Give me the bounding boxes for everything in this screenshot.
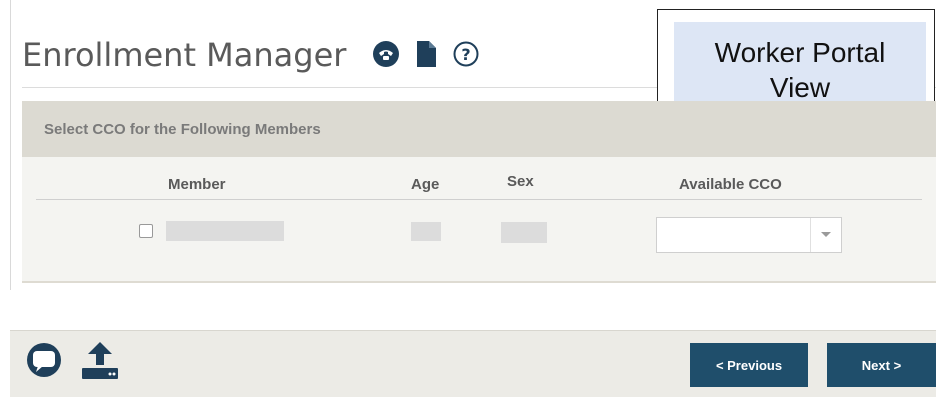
member-sex-cell (501, 222, 547, 243)
column-header-sex: Sex (507, 173, 534, 190)
view-badge-line1: Worker Portal (714, 37, 886, 68)
phone-icon[interactable] (372, 40, 400, 68)
member-name-cell (166, 221, 284, 241)
member-selection-panel: Select CCO for the Following Members (22, 101, 936, 283)
panel-heading: Select CCO for the Following Members (44, 120, 321, 138)
table-header-divider (36, 199, 922, 200)
panel-header: Select CCO for the Following Members (22, 101, 936, 157)
column-header-age: Age (411, 176, 440, 193)
column-header-available-cco: Available CCO (679, 176, 782, 193)
upload-icon[interactable] (78, 339, 122, 381)
column-header-member: Member (168, 176, 226, 193)
chevron-down-icon[interactable] (810, 218, 841, 252)
title-icon-group: ? (372, 40, 480, 68)
available-cco-select[interactable] (656, 217, 842, 253)
svg-text:?: ? (461, 45, 470, 64)
next-button[interactable]: Next > (827, 343, 936, 387)
document-icon[interactable] (412, 40, 440, 68)
member-select-checkbox[interactable] (139, 224, 153, 238)
member-age-cell (411, 222, 441, 241)
page-title: Enrollment Manager (22, 36, 347, 74)
help-icon[interactable]: ? (452, 40, 480, 68)
chat-icon[interactable] (24, 341, 64, 381)
view-badge-line2: View (769, 72, 831, 103)
previous-button[interactable]: < Previous (690, 343, 808, 387)
